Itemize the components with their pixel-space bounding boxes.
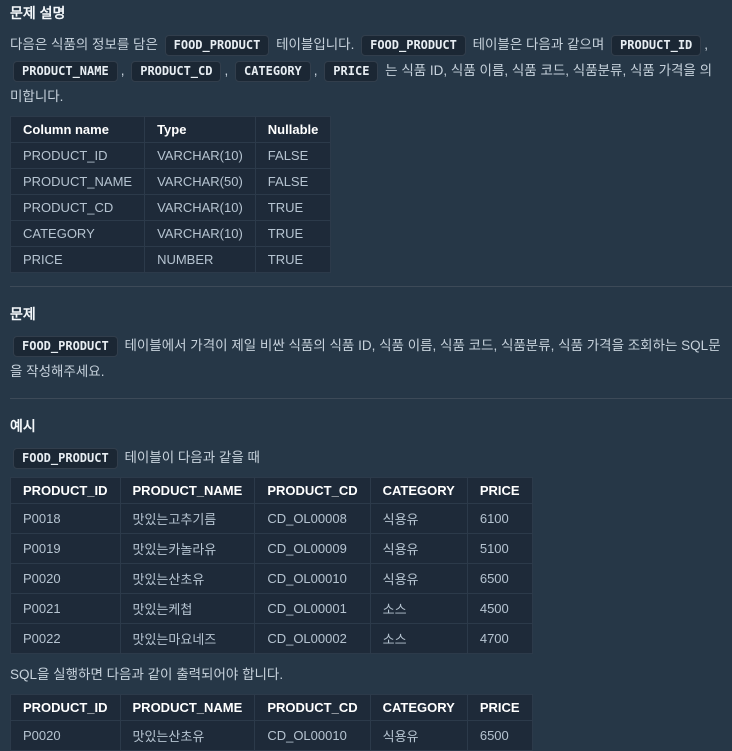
- section-divider: [10, 398, 732, 399]
- table-cell: TRUE: [254, 246, 332, 273]
- table-cell: 식용유: [369, 503, 468, 534]
- table-cell: TRUE: [254, 194, 332, 221]
- table-cell: PRODUCT_CD: [9, 194, 146, 221]
- table-header-row: Column name Type Nullable: [9, 116, 332, 143]
- schema-table: Column name Type Nullable PRODUCT_ID VARCHAR…: [9, 116, 332, 273]
- table-cell: P0020: [10, 720, 121, 751]
- table-header-row: PRODUCT_ID PRODUCT_NAME PRODUCT_CD CATEGORY…: [10, 694, 533, 721]
- table-row: CATEGORY VARCHAR(10) TRUE: [9, 220, 332, 247]
- table-cell: NUMBER: [144, 246, 256, 273]
- example-output-table: PRODUCT_ID PRODUCT_NAME PRODUCT_CD CATEGORY…: [10, 694, 533, 751]
- table-cell: 소스: [369, 593, 468, 624]
- problem-description-panel: 문제 설명 다음은 식품의 정보를 담은 FOOD_PRODUCT 테이블입니다…: [9, 5, 732, 751]
- table-cell: 6500: [466, 563, 533, 594]
- column-header: PRODUCT_ID: [10, 477, 121, 504]
- column-header: Type: [144, 116, 256, 143]
- section-title-problem: 문제: [10, 306, 36, 322]
- column-header: PRICE: [466, 694, 533, 721]
- table-cell: 맛있는마요네즈: [119, 623, 256, 654]
- inline-code: PRICE: [324, 60, 379, 82]
- table-cell: CD_OL00010: [254, 720, 371, 751]
- section-title-example: 예시: [10, 418, 36, 434]
- column-header: PRODUCT_NAME: [119, 477, 256, 504]
- table-cell: FALSE: [254, 168, 332, 195]
- column-header: PRODUCT_CD: [254, 477, 371, 504]
- table-cell: VARCHAR(10): [144, 220, 256, 247]
- inline-code: PRODUCT_ID: [611, 34, 702, 56]
- table-cell: VARCHAR(50): [144, 168, 256, 195]
- table-cell: 맛있는산초유: [119, 563, 256, 594]
- table-cell: PRICE: [9, 246, 146, 273]
- table-row: P0020 맛있는산초유 CD_OL00010 식용유 6500: [10, 563, 533, 594]
- inline-code: PRODUCT_CD: [131, 60, 222, 82]
- table-cell: CD_OL00008: [254, 503, 371, 534]
- table-cell: 맛있는산초유: [119, 720, 256, 751]
- table-cell: 식용유: [369, 563, 468, 594]
- inline-code: CATEGORY: [234, 60, 311, 82]
- table-cell: TRUE: [254, 220, 332, 247]
- description-paragraph: 다음은 식품의 정보를 담은 FOOD_PRODUCT 테이블입니다. FOOD…: [10, 32, 722, 110]
- table-cell: 소스: [369, 623, 468, 654]
- problem-paragraph: FOOD_PRODUCT 테이블에서 가격이 제일 비싼 식품의 식품 ID, …: [10, 333, 722, 385]
- column-header: PRODUCT_CD: [254, 694, 371, 721]
- section-divider: [10, 286, 732, 287]
- table-cell: 6500: [466, 720, 533, 751]
- table-cell: P0022: [10, 623, 121, 654]
- column-header: Column name: [9, 116, 146, 143]
- column-header: CATEGORY: [369, 477, 468, 504]
- table-cell: FALSE: [254, 142, 332, 169]
- inline-code: FOOD_PRODUCT: [13, 447, 118, 469]
- inline-code: FOOD_PRODUCT: [361, 34, 466, 56]
- table-cell: P0019: [10, 533, 121, 564]
- table-cell: 5100: [466, 533, 533, 564]
- example-intro-paragraph: FOOD_PRODUCT 테이블이 다음과 같을 때: [10, 445, 722, 471]
- table-cell: CATEGORY: [9, 220, 146, 247]
- table-cell: 식용유: [369, 533, 468, 564]
- table-cell: CD_OL00010: [254, 563, 371, 594]
- table-cell: CD_OL00002: [254, 623, 371, 654]
- column-header: PRODUCT_NAME: [119, 694, 256, 721]
- table-cell: 맛있는고추기름: [119, 503, 256, 534]
- table-cell: 식용유: [369, 720, 468, 751]
- table-cell: 맛있는케첩: [119, 593, 256, 624]
- column-header: CATEGORY: [369, 694, 468, 721]
- table-row: PRODUCT_NAME VARCHAR(50) FALSE: [9, 168, 332, 195]
- table-cell: P0018: [10, 503, 121, 534]
- table-row: P0022 맛있는마요네즈 CD_OL00002 소스 4700: [10, 623, 533, 654]
- table-cell: CD_OL00001: [254, 593, 371, 624]
- inline-code: FOOD_PRODUCT: [164, 34, 270, 56]
- table-cell: CD_OL00009: [254, 533, 371, 564]
- table-cell: P0021: [10, 593, 121, 624]
- table-cell: 4700: [466, 623, 533, 654]
- table-cell: P0020: [10, 563, 121, 594]
- table-cell: 6100: [466, 503, 533, 534]
- inline-code: FOOD_PRODUCT: [13, 335, 118, 357]
- table-row: P0020 맛있는산초유 CD_OL00010 식용유 6500: [10, 720, 533, 751]
- example-input-table: PRODUCT_ID PRODUCT_NAME PRODUCT_CD CATEGORY…: [10, 477, 533, 654]
- column-header: PRODUCT_ID: [10, 694, 121, 721]
- table-row: PRODUCT_ID VARCHAR(10) FALSE: [9, 142, 332, 169]
- column-header: PRICE: [466, 477, 533, 504]
- table-row: PRODUCT_CD VARCHAR(10) TRUE: [9, 194, 332, 221]
- table-cell: 맛있는카놀라유: [119, 533, 256, 564]
- table-row: P0021 맛있는케첩 CD_OL00001 소스 4500: [10, 593, 533, 624]
- table-cell: PRODUCT_NAME: [9, 168, 146, 195]
- table-cell: 4500: [466, 593, 533, 624]
- inline-code: PRODUCT_NAME: [13, 60, 118, 82]
- table-cell: PRODUCT_ID: [9, 142, 146, 169]
- table-row: P0019 맛있는카놀라유 CD_OL00009 식용유 5100: [10, 533, 533, 564]
- table-header-row: PRODUCT_ID PRODUCT_NAME PRODUCT_CD CATEGORY…: [10, 477, 533, 504]
- column-header: Nullable: [254, 116, 332, 143]
- table-cell: VARCHAR(10): [144, 142, 256, 169]
- table-row: P0018 맛있는고추기름 CD_OL00008 식용유 6100: [10, 503, 533, 534]
- table-row: PRICE NUMBER TRUE: [9, 246, 332, 273]
- section-title-problem-description: 문제 설명: [10, 5, 66, 21]
- table-cell: VARCHAR(10): [144, 194, 256, 221]
- example-output-intro: SQL을 실행하면 다음과 같이 출력되어야 합니다.: [10, 667, 284, 682]
